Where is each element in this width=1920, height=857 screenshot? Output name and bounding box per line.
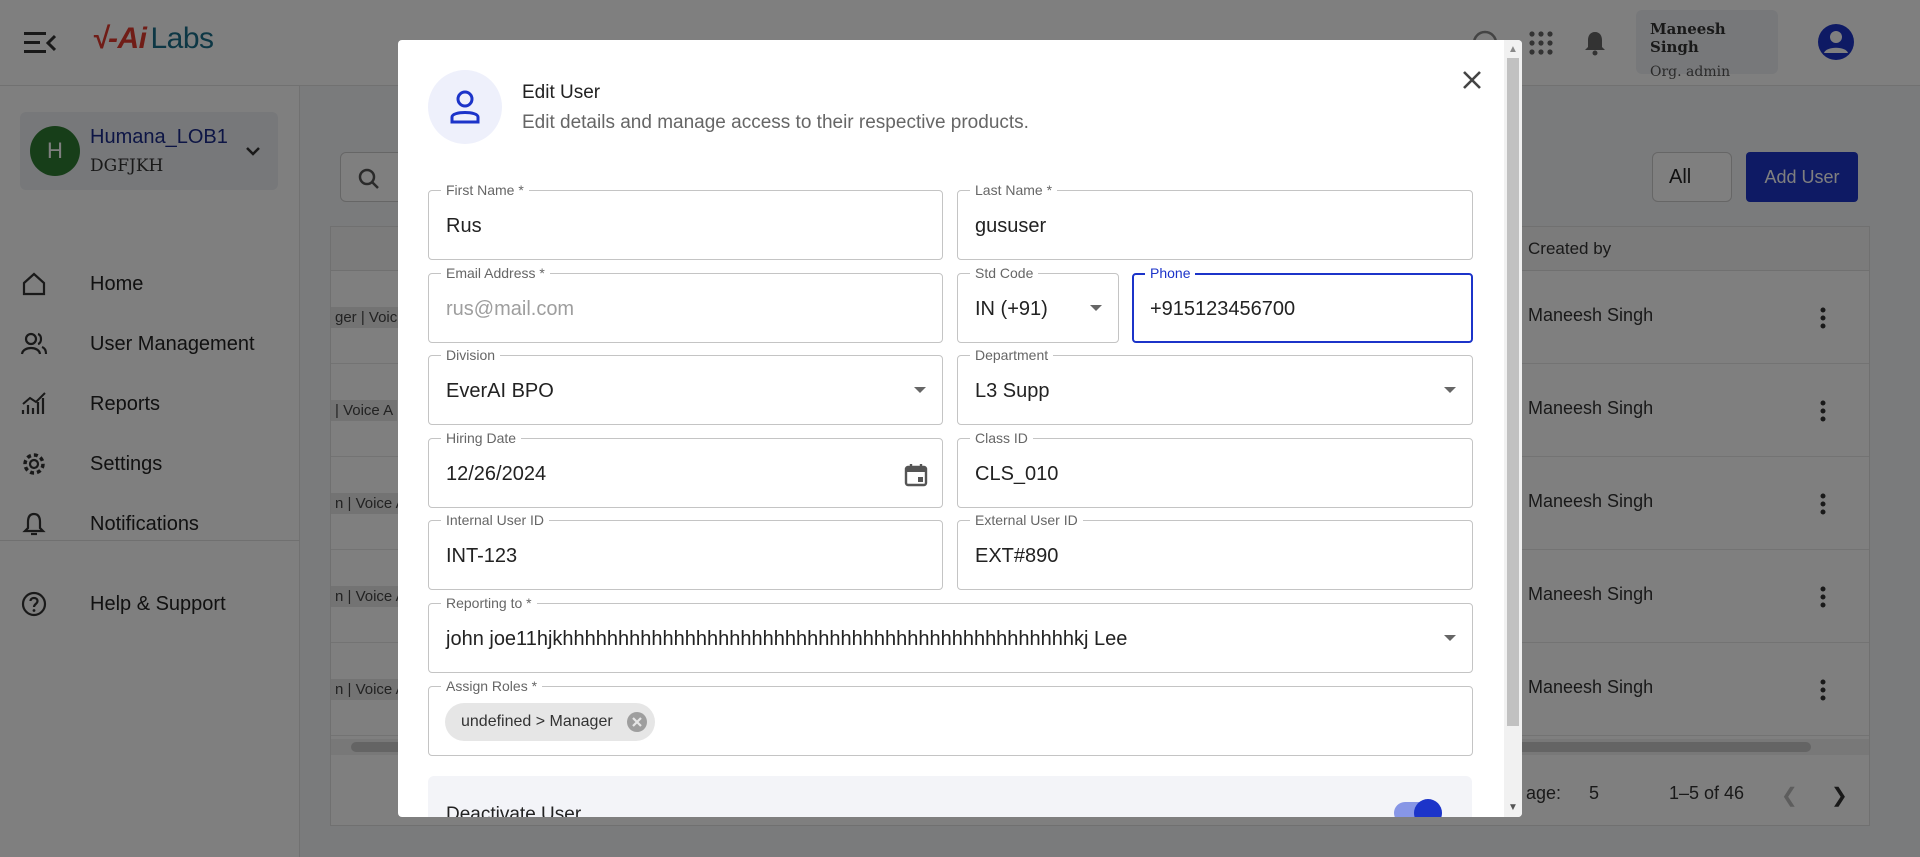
field-value: gususer [975,215,1047,237]
field-label: Internal User ID [441,512,550,528]
deactivate-user-toggle[interactable] [1394,799,1442,817]
reporting-to-select[interactable]: Reporting to * john joe11hjkhhhhhhhhhhhh… [428,595,1473,673]
field-value: +915123456700 [1150,298,1296,320]
class-id-field[interactable]: Class ID CLS_010 [957,430,1473,508]
field-label: Class ID [970,430,1033,446]
field-value: john joe11hjkhhhhhhhhhhhhhhhhhhhhhhhhhhh… [446,628,1128,650]
dialog-subtitle: Edit details and manage access to their … [522,112,1029,133]
close-icon[interactable] [1452,60,1492,100]
dropdown-arrow-icon [1444,387,1456,393]
field-value: CLS_010 [975,463,1059,485]
field-value: rus@mail.com [446,298,575,320]
field-label: Assign Roles * [441,678,543,694]
field-label: Phone [1145,265,1196,281]
role-chip-label: undefined > Manager [461,713,613,730]
dialog-header-icon [428,70,502,144]
std-code-select[interactable]: Std Code IN (+91) [957,265,1119,343]
dialog-scrollbar[interactable]: ▲ ▼ [1504,40,1522,817]
remove-chip-icon[interactable] [625,710,649,734]
division-select[interactable]: Division EverAI BPO [428,347,943,425]
field-label: Division [441,347,501,363]
field-label: Email Address * [441,265,550,281]
external-user-id-field[interactable]: External User ID EXT#890 [957,512,1473,590]
field-label: Std Code [970,265,1039,281]
dropdown-arrow-icon [1444,635,1456,641]
phone-field[interactable]: Phone +915123456700 [1132,265,1473,343]
edit-user-dialog: Edit User Edit details and manage access… [398,40,1522,817]
user-icon [450,90,480,124]
scroll-up-arrow-icon[interactable]: ▲ [1508,44,1518,55]
scrollbar-thumb[interactable] [1507,58,1519,726]
assign-roles-field[interactable]: Assign Roles * undefined > Manager [428,678,1473,756]
department-select[interactable]: Department L3 Supp [957,347,1473,425]
field-value: Rus [446,215,482,237]
dropdown-arrow-icon [914,387,926,393]
hiring-date-field[interactable]: Hiring Date 12/26/2024 [428,430,943,508]
field-value: L3 Supp [975,380,1050,402]
field-label: Last Name * [970,182,1058,198]
field-label: First Name * [441,182,529,198]
role-chip: undefined > Manager [445,703,655,741]
field-value: EverAI BPO [446,380,554,402]
field-label: Department [970,347,1054,363]
dropdown-arrow-icon [1090,305,1102,311]
field-value: 12/26/2024 [446,463,547,485]
calendar-icon[interactable] [902,461,930,489]
scroll-down-arrow-icon[interactable]: ▼ [1508,802,1518,813]
first-name-field[interactable]: First Name * Rus [428,182,943,260]
email-field[interactable]: Email Address * rus@mail.com [428,265,943,343]
internal-user-id-field[interactable]: Internal User ID INT-123 [428,512,943,590]
field-label: Reporting to * [441,595,537,611]
last-name-field[interactable]: Last Name * gususer [957,182,1473,260]
deactivate-user-section: Deactivate User [428,776,1472,817]
field-label: Hiring Date [441,430,522,446]
dialog-title: Edit User [522,82,601,103]
deactivate-user-label: Deactivate User [446,804,582,817]
toggle-knob [1414,799,1442,817]
field-value: INT-123 [446,545,518,567]
field-label: External User ID [970,512,1083,528]
field-value: IN (+91) [975,298,1048,320]
field-value: EXT#890 [975,545,1059,567]
